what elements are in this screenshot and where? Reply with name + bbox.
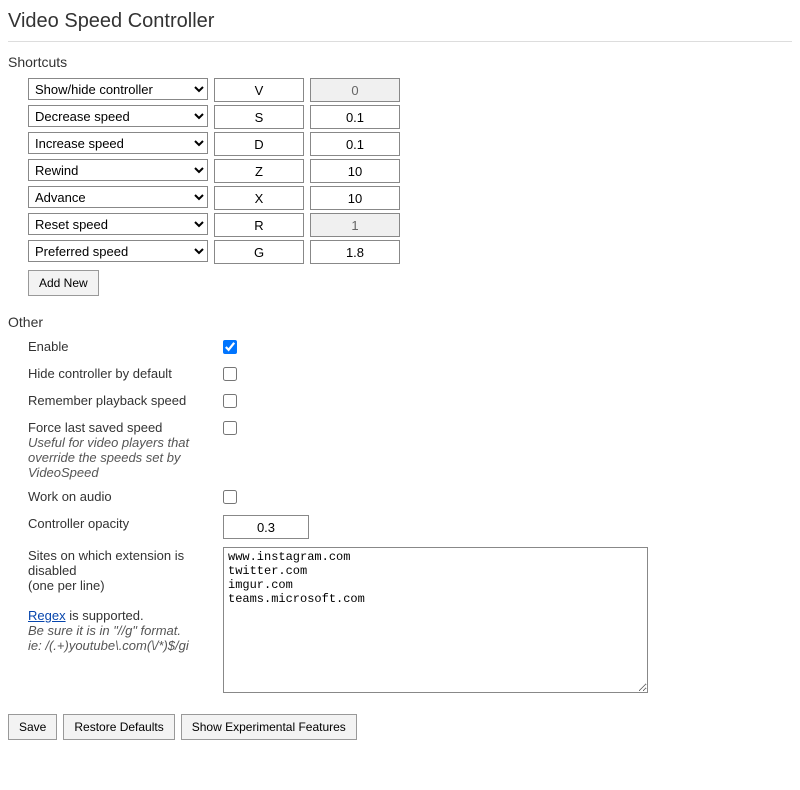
page-title: Video Speed Controller: [8, 10, 792, 33]
shortcut-key-input[interactable]: [214, 186, 304, 210]
option-enable: Enable: [28, 338, 792, 357]
shortcut-row: Reset speed: [28, 213, 792, 237]
footer-buttons: Save Restore Defaults Show Experimental …: [8, 714, 792, 740]
shortcut-value-input[interactable]: [310, 213, 400, 237]
shortcut-value-input[interactable]: [310, 186, 400, 210]
option-remember: Remember playback speed: [28, 392, 792, 411]
option-opacity-label: Controller opacity: [28, 515, 223, 531]
option-force-last: Force last saved speed Useful for video …: [28, 419, 792, 480]
option-hide-default: Hide controller by default: [28, 365, 792, 384]
option-blacklist: Sites on which extension is disabled (on…: [28, 547, 792, 696]
shortcut-key-input[interactable]: [214, 132, 304, 156]
restore-defaults-button[interactable]: Restore Defaults: [63, 714, 174, 740]
option-blacklist-label: Sites on which extension is disabled (on…: [28, 547, 223, 653]
shortcut-key-input[interactable]: [214, 213, 304, 237]
blacklist-textarea[interactable]: [223, 547, 648, 693]
shortcut-key-input[interactable]: [214, 78, 304, 102]
add-new-button[interactable]: Add New: [28, 270, 99, 296]
shortcut-value-input[interactable]: [310, 105, 400, 129]
force-last-checkbox[interactable]: [223, 421, 237, 435]
option-force-last-label: Force last saved speed Useful for video …: [28, 419, 223, 480]
shortcut-key-input[interactable]: [214, 105, 304, 129]
option-hide-default-label: Hide controller by default: [28, 365, 223, 381]
shortcut-action-select[interactable]: Decrease speed: [28, 105, 208, 127]
shortcut-action-select[interactable]: Preferred speed: [28, 240, 208, 262]
shortcut-action-select[interactable]: Reset speed: [28, 213, 208, 235]
shortcut-row: Rewind: [28, 159, 792, 183]
divider: [8, 41, 792, 42]
option-enable-label: Enable: [28, 338, 223, 354]
show-experimental-button[interactable]: Show Experimental Features: [181, 714, 357, 740]
option-work-audio: Work on audio: [28, 488, 792, 507]
shortcut-row: Advance: [28, 186, 792, 210]
opacity-input[interactable]: [223, 515, 309, 539]
shortcut-value-input[interactable]: [310, 159, 400, 183]
shortcut-row: Decrease speed: [28, 105, 792, 129]
shortcut-row: Show/hide controller: [28, 78, 792, 102]
shortcut-row: Increase speed: [28, 132, 792, 156]
shortcut-value-input[interactable]: [310, 78, 400, 102]
enable-checkbox[interactable]: [223, 340, 237, 354]
option-opacity: Controller opacity: [28, 515, 792, 539]
option-work-audio-label: Work on audio: [28, 488, 223, 504]
save-button[interactable]: Save: [8, 714, 57, 740]
hide-default-checkbox[interactable]: [223, 367, 237, 381]
shortcut-value-input[interactable]: [310, 240, 400, 264]
work-audio-checkbox[interactable]: [223, 490, 237, 504]
shortcut-action-select[interactable]: Rewind: [28, 159, 208, 181]
shortcuts-table: Show/hide controller Decrease speed Increa…: [28, 78, 792, 264]
shortcut-value-input[interactable]: [310, 132, 400, 156]
shortcut-action-select[interactable]: Increase speed: [28, 132, 208, 154]
regex-link[interactable]: Regex: [28, 608, 66, 623]
shortcut-key-input[interactable]: [214, 159, 304, 183]
remember-checkbox[interactable]: [223, 394, 237, 408]
section-shortcuts-heading: Shortcuts: [8, 54, 792, 70]
option-remember-label: Remember playback speed: [28, 392, 223, 408]
shortcut-action-select[interactable]: Advance: [28, 186, 208, 208]
shortcut-action-select[interactable]: Show/hide controller: [28, 78, 208, 100]
section-other-heading: Other: [8, 314, 792, 330]
shortcut-row: Preferred speed: [28, 240, 792, 264]
shortcut-key-input[interactable]: [214, 240, 304, 264]
